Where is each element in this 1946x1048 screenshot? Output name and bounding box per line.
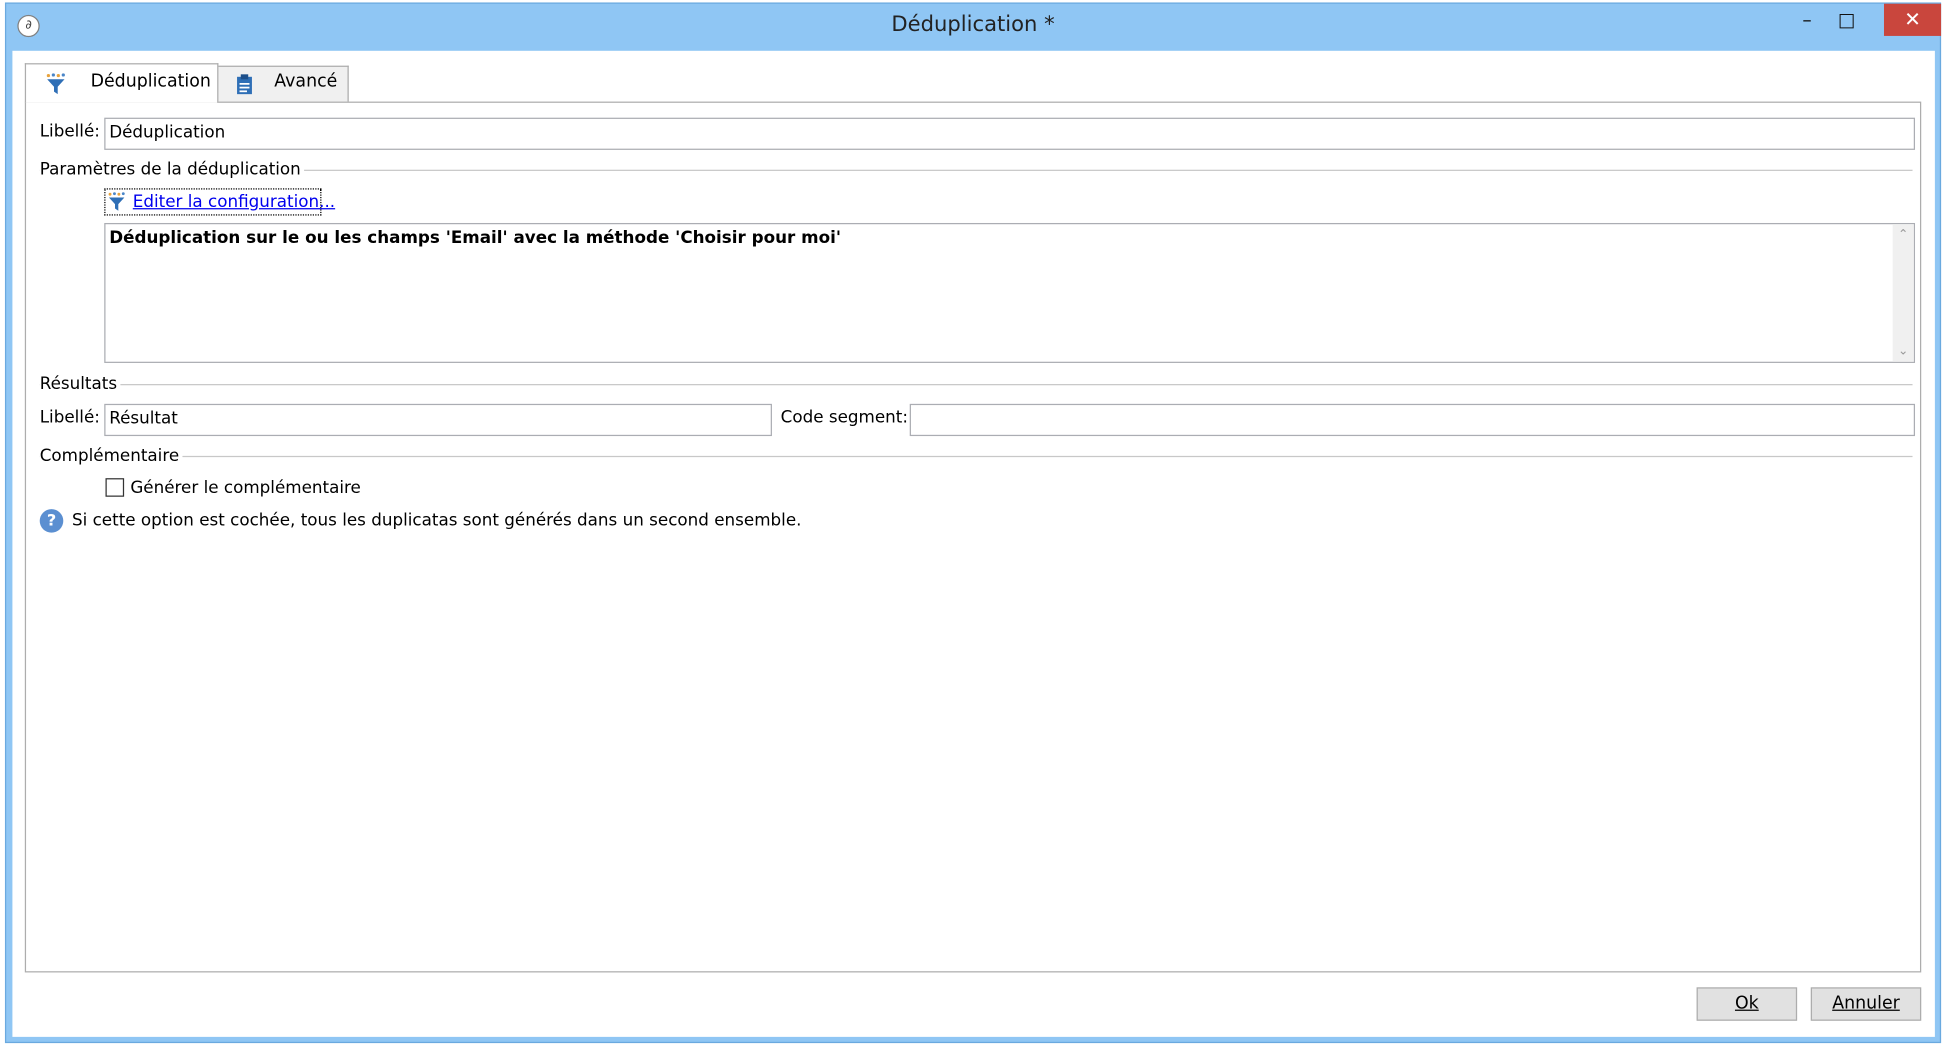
title-bar[interactable]: ∂ Déduplication * – □ ✕ bbox=[6, 3, 1942, 51]
result-libelle-input[interactable]: Résultat bbox=[104, 403, 772, 437]
funnel-icon bbox=[108, 192, 125, 211]
maximize-button[interactable]: □ bbox=[1828, 4, 1865, 36]
dialog-window: ∂ Déduplication * – □ ✕ Déduplication Av… bbox=[4, 2, 1942, 1044]
segment-code-label: Code segment: bbox=[780, 407, 909, 428]
tab-panel-deduplication: Libellé: Déduplication Paramètres de la … bbox=[24, 101, 1922, 973]
ok-button-label: Ok bbox=[1734, 993, 1759, 1014]
description-text: Déduplication sur le ou les champs 'Emai… bbox=[109, 227, 841, 248]
clipboard-icon bbox=[237, 74, 252, 95]
vertical-scrollbar[interactable]: ⌃ ⌄ bbox=[1892, 224, 1914, 362]
edit-configuration-text[interactable]: Editer la configuration... bbox=[133, 192, 335, 212]
help-icon: ? bbox=[39, 509, 64, 533]
scroll-up-icon[interactable]: ⌃ bbox=[1893, 228, 1914, 242]
close-button[interactable]: ✕ bbox=[1883, 3, 1942, 36]
scroll-down-icon[interactable]: ⌄ bbox=[1893, 344, 1914, 358]
libelle-label: Libellé: bbox=[39, 121, 100, 142]
segment-code-input[interactable] bbox=[909, 403, 1916, 437]
dialog-client-area: Déduplication Avancé Libellé: Déduplicat… bbox=[12, 50, 1935, 1037]
edit-configuration-link[interactable]: Editer la configuration... bbox=[104, 188, 335, 216]
tab-avance[interactable]: Avancé bbox=[217, 65, 349, 102]
generate-complement-label[interactable]: Générer le complémentaire bbox=[130, 478, 361, 498]
tab-deduplication[interactable]: Déduplication bbox=[24, 63, 219, 103]
params-group-header: Paramètres de la déduplication bbox=[39, 159, 1913, 180]
tab-label: Avancé bbox=[274, 71, 338, 92]
cancel-button-label: Annuler bbox=[1832, 993, 1900, 1014]
result-libelle-label: Libellé: bbox=[39, 407, 100, 428]
tab-label: Déduplication bbox=[90, 71, 211, 92]
results-group-title: Résultats bbox=[39, 374, 121, 394]
ok-button[interactable]: Ok bbox=[1696, 987, 1798, 1021]
group-divider bbox=[39, 169, 1913, 171]
results-group-header: Résultats bbox=[39, 374, 1913, 394]
funnel-icon bbox=[46, 73, 65, 95]
complement-group-title: Complémentaire bbox=[39, 445, 183, 466]
generate-complement-checkbox[interactable] bbox=[105, 478, 125, 497]
window-title: Déduplication * bbox=[891, 12, 1055, 38]
complement-group-header: Complémentaire bbox=[39, 445, 1913, 466]
libelle-input[interactable]: Déduplication bbox=[104, 117, 1916, 150]
configuration-description[interactable]: Déduplication sur le ou les champs 'Emai… bbox=[104, 222, 1916, 363]
group-divider bbox=[39, 455, 1913, 458]
cancel-button[interactable]: Annuler bbox=[1810, 987, 1922, 1021]
help-text: Si cette option est cochée, tous les dup… bbox=[71, 510, 802, 531]
minimize-button[interactable]: – bbox=[1788, 4, 1825, 36]
group-divider bbox=[39, 384, 1913, 386]
params-group-title: Paramètres de la déduplication bbox=[39, 159, 305, 180]
